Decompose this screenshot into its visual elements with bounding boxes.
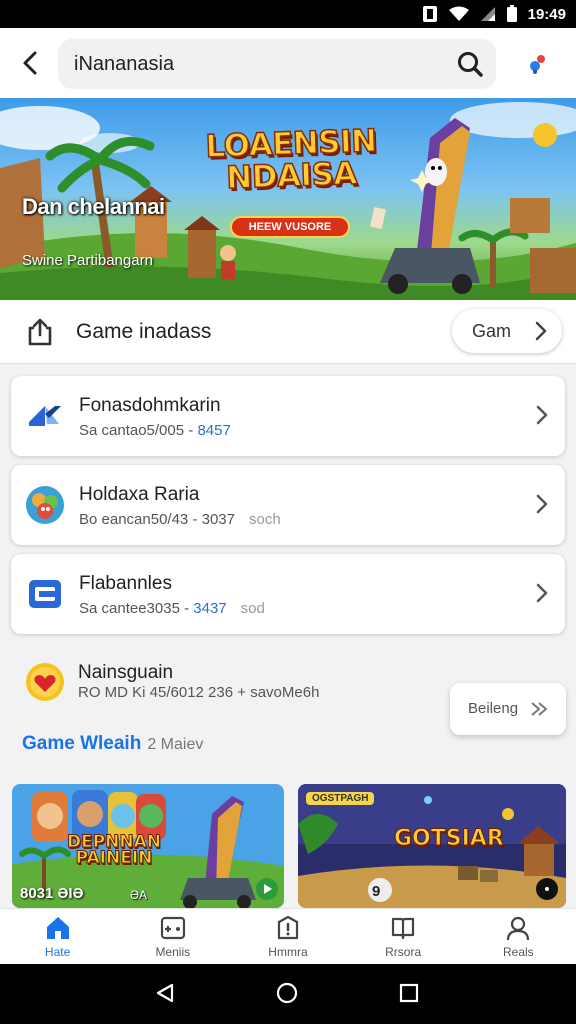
list-item-title: Flabannles — [79, 573, 172, 594]
nav-tab-games[interactable]: Meniis — [115, 909, 230, 965]
book-icon — [392, 917, 415, 940]
store-icon — [29, 580, 61, 608]
search-icon[interactable] — [456, 50, 484, 78]
profile-icon — [507, 916, 530, 941]
thumbnail-title: GOTSIAR — [394, 826, 505, 852]
share-icon[interactable] — [26, 317, 54, 347]
nav-label: Meniis — [155, 945, 191, 959]
list-item[interactable]: Holdaxa Raria Bo eancan50/43 - 3037 soch — [11, 465, 565, 545]
floating-action-label: Beileng — [468, 700, 519, 717]
nav-tab-alerts[interactable]: Hmmra — [230, 909, 345, 965]
more-badge[interactable] — [536, 878, 558, 900]
nav-label: Hmmra — [268, 945, 308, 959]
list-item-meta: Bo eancan50/43 - 3037 soch — [79, 511, 281, 528]
game-thumbnail[interactable]: DEPNNAN PAINEIN 8031 ƏIƏ ƏA — [12, 784, 284, 908]
search-query[interactable]: iNananasia — [74, 53, 174, 76]
nfc-icon — [422, 6, 437, 22]
more-games-title: Game Wleaih — [22, 733, 142, 754]
chevron-right-icon — [535, 321, 547, 341]
list-item-title: Nainsguain — [78, 662, 174, 683]
section-title: Game inadass — [76, 320, 212, 343]
thumbnail-tag: OGSTPAGH — [306, 792, 375, 805]
thumbnail-caption: 8031 ƏIƏ — [20, 885, 84, 902]
fast-forward-icon — [531, 702, 547, 716]
banner-subheading: Swine Partibangarn — [22, 252, 153, 269]
nav-tab-profile[interactable]: Reals — [461, 909, 576, 965]
thumbnail-caption: 9 — [372, 883, 381, 900]
more-dots-icon — [545, 887, 549, 891]
system-navigation-bar — [0, 964, 576, 1024]
list-item-meta: Sa cantao5/005 - 8457 — [79, 422, 231, 439]
chevron-right-icon — [536, 494, 548, 514]
banner-badge[interactable]: HEEW VUSORE — [230, 216, 350, 238]
chevron-right-icon — [536, 583, 548, 603]
bottom-navigation: Hate Meniis Hmmra Rrsora Reals — [0, 908, 576, 964]
more-games-header[interactable]: Game Wleaih 2 Maiev — [22, 733, 203, 755]
alert-icon — [277, 915, 299, 940]
nav-tab-library[interactable]: Rrsora — [346, 909, 461, 965]
thumbnail-title: DEPNNAN PAINEIN — [66, 832, 162, 868]
section-header: Game inadass Gam — [0, 300, 576, 364]
search-input[interactable]: iNananasia — [58, 39, 496, 89]
clock: 19:49 — [527, 5, 566, 23]
assistant-mic-icon[interactable] — [524, 50, 554, 80]
nav-label: Reals — [503, 945, 534, 959]
play-badge[interactable] — [256, 878, 278, 900]
thumbnail-label: ƏA — [130, 888, 148, 902]
more-games-subtitle: 2 Maiev — [147, 736, 204, 753]
emoji-heart-icon — [26, 663, 64, 701]
floating-action-button[interactable]: Beileng — [450, 683, 566, 735]
banner-title: LOAENSIN NDAISA — [204, 122, 378, 197]
banner-heading: Dan chelannai — [22, 194, 165, 219]
chevron-right-icon — [536, 405, 548, 425]
system-back-icon[interactable] — [154, 982, 176, 1004]
back-arrow-icon[interactable] — [14, 46, 48, 80]
list-item-meta: RO MD Ki 45/6012 236 + savoMe6h — [78, 684, 320, 701]
featured-banner[interactable]: LOAENSIN NDAISA HEEW VUSORE Dan chelanna… — [0, 98, 576, 300]
game-avatar-icon — [26, 486, 64, 524]
nav-label: Rrsora — [385, 945, 422, 959]
wifi-icon — [448, 6, 469, 21]
list-item-title: Holdaxa Raria — [79, 484, 200, 505]
signal-icon — [480, 7, 495, 21]
home-icon — [46, 917, 69, 939]
list-item[interactable]: Flabannles Sa cantee3035 - 3437 sod — [11, 554, 565, 634]
system-home-icon[interactable] — [276, 982, 298, 1004]
nav-tab-home[interactable]: Hate — [0, 909, 115, 965]
gamepad-icon — [160, 916, 185, 940]
nav-label: Hate — [44, 945, 71, 959]
game-thumbnail[interactable]: OGSTPAGH GOTSIAR 9 — [298, 784, 566, 908]
search-header: iNananasia — [0, 28, 576, 98]
list-item[interactable]: Fonasdohmkarin Sa cantao5/005 - 8457 — [11, 376, 565, 456]
list-item-meta: Sa cantee3035 - 3437 sod — [79, 600, 265, 617]
system-recents-icon[interactable] — [398, 982, 420, 1004]
k-logo-icon — [29, 406, 61, 426]
battery-icon — [506, 5, 517, 22]
section-action-label: Gam — [472, 321, 512, 341]
section-action-button[interactable]: Gam — [452, 309, 562, 353]
status-bar: 19:49 — [0, 0, 576, 28]
play-icon — [264, 884, 272, 894]
list-item-title: Fonasdohmkarin — [79, 395, 221, 416]
